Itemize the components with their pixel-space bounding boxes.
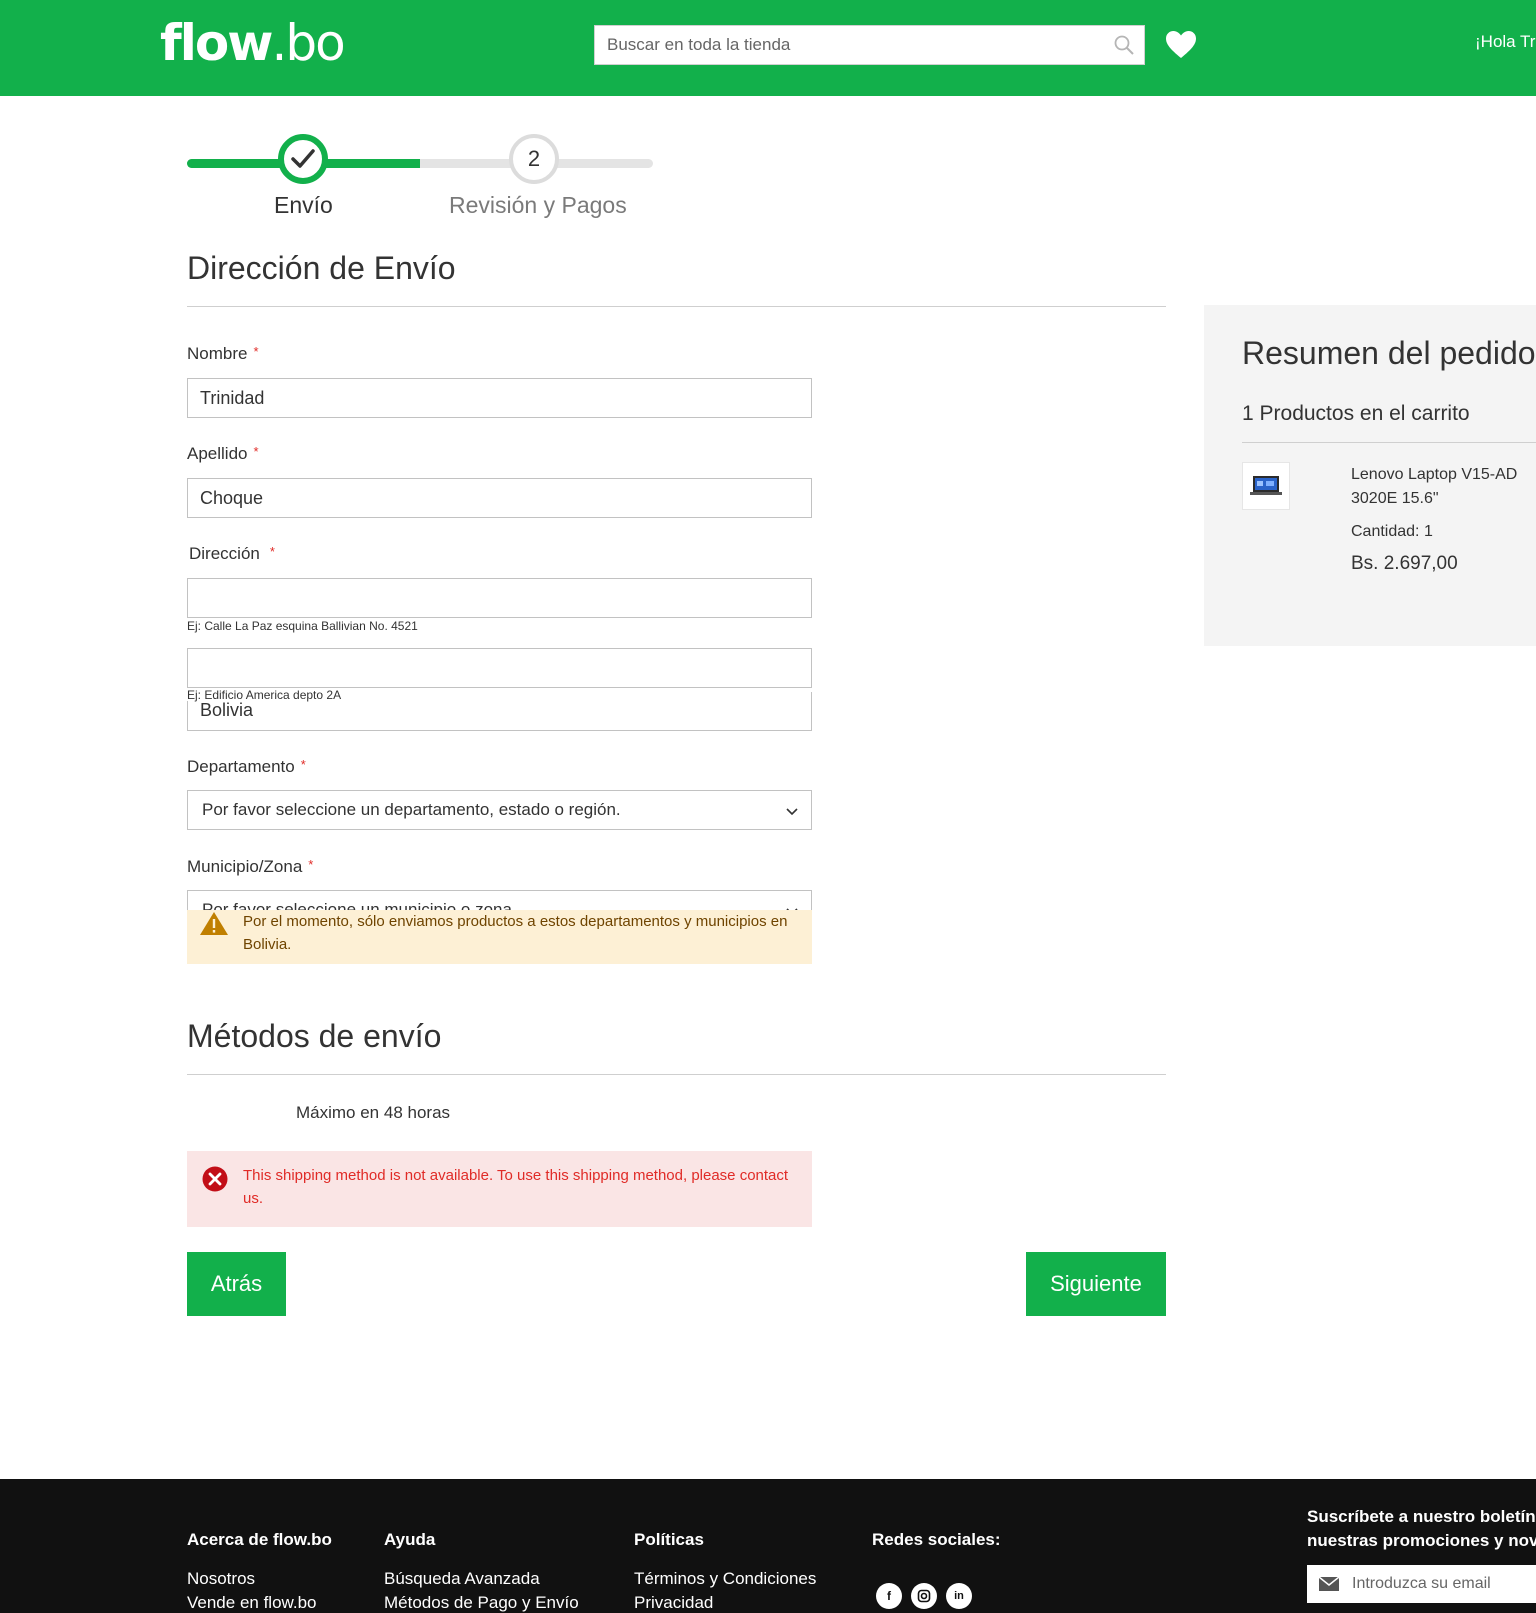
shipping-error-message: This shipping method is not available. T… (187, 1151, 812, 1227)
site-logo[interactable]: flow.bo (160, 14, 346, 72)
step-review-indicator[interactable]: 2 (509, 134, 559, 184)
product-name: Lenovo Laptop V15-AD 3020E 15.6" (1351, 466, 1518, 507)
street-line-2-field[interactable] (187, 648, 812, 688)
street-line-1-hint: Ej: Calle La Paz esquina Ballivian No. 4… (187, 619, 418, 633)
linkedin-icon[interactable]: in (946, 1583, 972, 1609)
first-name-label: Nombre * (187, 344, 259, 363)
footer-link[interactable]: Términos y Condiciones (634, 1569, 816, 1589)
search-input[interactable] (595, 26, 1144, 64)
laptop-image (1250, 476, 1282, 495)
newsletter-email-input[interactable] (1307, 1565, 1536, 1603)
footer-social-title: Redes sociales: (872, 1530, 1001, 1549)
last-name-field[interactable] (187, 478, 812, 518)
required-marker: * (253, 444, 259, 459)
street-line-2-hint: Ej: Edificio America depto 2A (187, 689, 487, 701)
summary-divider (1242, 442, 1536, 443)
newsletter-box (1307, 1565, 1536, 1603)
section-divider (187, 1074, 1166, 1075)
checkmark-icon (291, 149, 315, 168)
product-price: Bs. 2.697,00 (1351, 553, 1458, 574)
site-footer: Acerca de flow.bo Nosotros Vende en flow… (0, 1479, 1536, 1613)
footer-link[interactable]: Privacidad (634, 1593, 713, 1613)
shipping-region-warning: Por el momento, sólo enviamos productos … (187, 910, 812, 964)
newsletter-text: Suscríbete a nuestro boletín p nuestras … (1307, 1507, 1536, 1550)
site-header: flow.bo ¡Hola Tr (0, 0, 1536, 96)
order-summary-title: Resumen del pedido (1242, 335, 1536, 371)
product-quantity: Cantidad: 1 (1351, 523, 1433, 540)
back-button[interactable]: Atrás (187, 1252, 286, 1316)
error-icon (202, 1166, 228, 1192)
cart-item-count[interactable]: 1 Productos en el carrito (1242, 402, 1470, 426)
region-select[interactable]: Por favor seleccione un departamento, es… (187, 790, 812, 830)
footer-about-title: Acerca de flow.bo (187, 1530, 332, 1549)
last-name-label: Apellido * (187, 444, 259, 463)
footer-link[interactable]: Vende en flow.bo (187, 1593, 317, 1613)
region-label: Departamento * (187, 757, 306, 776)
street-line-1-field[interactable] (187, 578, 812, 618)
street-label: Dirección * (189, 544, 275, 563)
product-thumbnail (1242, 462, 1290, 510)
checkout-progress: 2 Envío Revisión y Pagos (187, 132, 653, 227)
next-button[interactable]: Siguiente (1026, 1252, 1166, 1316)
footer-link[interactable]: Nosotros (187, 1569, 255, 1589)
required-marker: * (269, 544, 275, 559)
section-divider (187, 306, 1166, 307)
shipping-methods-title: Métodos de envío (187, 1018, 442, 1054)
footer-link[interactable]: Búsqueda Avanzada (384, 1569, 540, 1589)
chevron-down-icon (786, 808, 798, 816)
search-icon[interactable] (1114, 35, 1134, 55)
search-box (594, 25, 1145, 65)
first-name-field[interactable] (187, 378, 812, 418)
shipping-method-label[interactable]: Máximo en 48 horas (296, 1103, 450, 1123)
step-shipping-indicator (278, 134, 328, 184)
required-marker: * (253, 344, 259, 359)
footer-policies-title: Políticas (634, 1530, 704, 1549)
footer-help-title: Ayuda (384, 1530, 436, 1549)
wishlist-heart-icon[interactable] (1165, 30, 1197, 60)
step-shipping-label: Envío (274, 192, 333, 218)
instagram-icon[interactable] (911, 1583, 937, 1609)
facebook-icon[interactable]: f (876, 1583, 902, 1609)
city-label: Municipio/Zona * (187, 857, 314, 876)
order-summary: Resumen del pedido 1 Productos en el car… (1204, 305, 1536, 646)
footer-link[interactable]: Métodos de Pago y Envío (384, 1593, 579, 1613)
required-marker: * (308, 857, 314, 872)
mail-icon (1319, 1577, 1339, 1591)
warning-icon (200, 912, 228, 935)
user-greeting[interactable]: ¡Hola Tr (1475, 32, 1535, 52)
shipping-address-title: Dirección de Envío (187, 250, 456, 286)
step-review-label[interactable]: Revisión y Pagos (449, 192, 627, 219)
required-marker: * (300, 757, 306, 772)
